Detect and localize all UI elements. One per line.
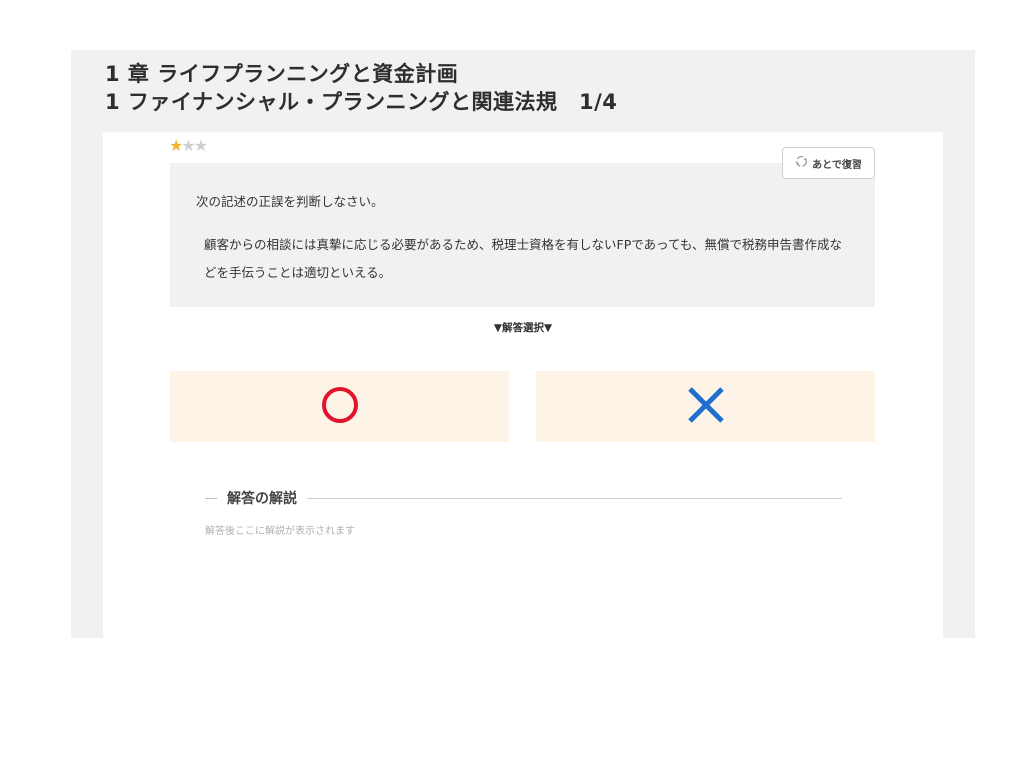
review-later-button[interactable]: あとで復習 xyxy=(782,147,875,179)
answer-false-button[interactable] xyxy=(536,371,875,442)
difficulty-stars: ★★★ xyxy=(169,136,208,155)
star-filled-icon: ★ xyxy=(169,136,183,155)
explanation-placeholder: 解答後ここに解説が表示されます xyxy=(205,526,355,537)
explanation-header: 解答の解説 xyxy=(205,487,842,509)
star-empty-icon: ★ xyxy=(193,136,208,155)
page-title: 1 章 ライフプランニングと資金計画 1 ファイナンシャル・プランニングと関連法… xyxy=(105,60,617,116)
question-statement: 顧客からの相談には真摯に応じる必要があるため、税理士資格を有しないFPであっても… xyxy=(204,237,842,280)
question-box: あとで復習 次の記述の正誤を判断しなさい。 顧客からの相談には真摯に応じる必要が… xyxy=(170,147,875,307)
header-dash xyxy=(205,497,217,499)
explanation-title: 解答の解説 xyxy=(227,491,297,507)
section-title: 1 ファイナンシャル・プランニングと関連法規 1/4 xyxy=(105,90,618,114)
question-instruction: 次の記述の正誤を判断しなさい。 xyxy=(196,194,384,209)
quiz-frame: 1 章 ライフプランニングと資金計画 1 ファイナンシャル・プランニングと関連法… xyxy=(71,50,975,638)
question-card: ★★★ あとで復習 次の記述の正誤を判断しなさい。 顧客からの相談には真摯に応じ… xyxy=(103,132,943,638)
answer-true-button[interactable] xyxy=(170,371,509,442)
star-empty-icon: ★ xyxy=(181,136,195,155)
answer-select-label: ▼解答選択▼ xyxy=(493,322,553,334)
header-divider xyxy=(307,497,842,499)
review-later-label: あとで復習 xyxy=(812,159,862,171)
chapter-title: 1 章 ライフプランニングと資金計画 xyxy=(105,62,459,86)
circle-icon xyxy=(318,383,362,431)
cross-icon xyxy=(684,383,728,431)
recycle-icon xyxy=(795,155,808,171)
